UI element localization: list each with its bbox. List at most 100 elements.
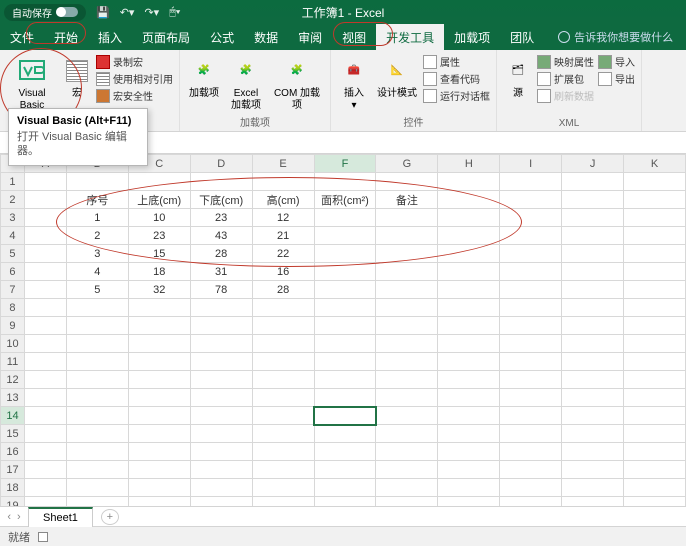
cell-I13[interactable] bbox=[500, 389, 562, 407]
cell-D18[interactable] bbox=[190, 479, 252, 497]
cell-J15[interactable] bbox=[562, 425, 624, 443]
cell-G10[interactable] bbox=[376, 335, 438, 353]
row-header-15[interactable]: 15 bbox=[1, 425, 25, 443]
cell-G11[interactable] bbox=[376, 353, 438, 371]
cell-D12[interactable] bbox=[190, 371, 252, 389]
cell-B15[interactable] bbox=[66, 425, 128, 443]
cell-A16[interactable] bbox=[24, 443, 66, 461]
cell-K4[interactable] bbox=[624, 227, 686, 245]
tab-team[interactable]: 团队 bbox=[500, 24, 544, 50]
cell-G2[interactable]: 备注 bbox=[376, 191, 438, 209]
cell-C4[interactable]: 23 bbox=[128, 227, 190, 245]
tab-pagelayout[interactable]: 页面布局 bbox=[132, 24, 200, 50]
cell-J13[interactable] bbox=[562, 389, 624, 407]
cell-H6[interactable] bbox=[438, 263, 500, 281]
cell-C18[interactable] bbox=[128, 479, 190, 497]
cell-C17[interactable] bbox=[128, 461, 190, 479]
cell-J17[interactable] bbox=[562, 461, 624, 479]
cell-I14[interactable] bbox=[500, 407, 562, 425]
cell-B4[interactable]: 2 bbox=[66, 227, 128, 245]
cell-A14[interactable] bbox=[24, 407, 66, 425]
cell-J4[interactable] bbox=[562, 227, 624, 245]
cell-D13[interactable] bbox=[190, 389, 252, 407]
tell-me[interactable]: 告诉我你想要做什么 bbox=[558, 24, 673, 50]
cell-A12[interactable] bbox=[24, 371, 66, 389]
source-button[interactable]: 🗂源 bbox=[503, 52, 533, 100]
cell-F11[interactable] bbox=[314, 353, 376, 371]
col-header-H[interactable]: H bbox=[438, 155, 500, 173]
cell-I19[interactable] bbox=[500, 497, 562, 507]
tab-insert[interactable]: 插入 bbox=[88, 24, 132, 50]
cell-G14[interactable] bbox=[376, 407, 438, 425]
cell-K2[interactable] bbox=[624, 191, 686, 209]
spreadsheet-grid[interactable]: ABCDEFGHIJK12序号上底(cm)下底(cm)高(cm)面积(cm²)备… bbox=[0, 154, 686, 506]
cell-F16[interactable] bbox=[314, 443, 376, 461]
cell-A8[interactable] bbox=[24, 299, 66, 317]
cell-H12[interactable] bbox=[438, 371, 500, 389]
cell-D2[interactable]: 下底(cm) bbox=[190, 191, 252, 209]
cell-F9[interactable] bbox=[314, 317, 376, 335]
cell-B17[interactable] bbox=[66, 461, 128, 479]
cell-G12[interactable] bbox=[376, 371, 438, 389]
cell-C19[interactable] bbox=[128, 497, 190, 507]
cell-A19[interactable] bbox=[24, 497, 66, 507]
cell-I11[interactable] bbox=[500, 353, 562, 371]
cell-A13[interactable] bbox=[24, 389, 66, 407]
cell-A1[interactable] bbox=[24, 173, 66, 191]
row-header-3[interactable]: 3 bbox=[1, 209, 25, 227]
cell-K12[interactable] bbox=[624, 371, 686, 389]
cell-D6[interactable]: 31 bbox=[190, 263, 252, 281]
cell-K3[interactable] bbox=[624, 209, 686, 227]
cell-J19[interactable] bbox=[562, 497, 624, 507]
macro-security-button[interactable]: 宏安全性 bbox=[96, 88, 173, 103]
row-header-4[interactable]: 4 bbox=[1, 227, 25, 245]
cell-I6[interactable] bbox=[500, 263, 562, 281]
cell-A18[interactable] bbox=[24, 479, 66, 497]
cell-H16[interactable] bbox=[438, 443, 500, 461]
cell-K17[interactable] bbox=[624, 461, 686, 479]
cell-F15[interactable] bbox=[314, 425, 376, 443]
touch-icon[interactable]: 🖱▾ bbox=[169, 6, 180, 19]
cell-F4[interactable] bbox=[314, 227, 376, 245]
excel-addins-button[interactable]: 🧩Excel 加载项 bbox=[226, 52, 266, 111]
cell-A11[interactable] bbox=[24, 353, 66, 371]
map-props-button[interactable]: 映射属性 bbox=[537, 54, 594, 69]
cell-E14[interactable] bbox=[252, 407, 314, 425]
col-header-J[interactable]: J bbox=[562, 155, 624, 173]
cell-K15[interactable] bbox=[624, 425, 686, 443]
cell-E19[interactable] bbox=[252, 497, 314, 507]
cell-C11[interactable] bbox=[128, 353, 190, 371]
import-button[interactable]: 导入 bbox=[598, 54, 635, 69]
undo-icon[interactable]: ↶▾ bbox=[120, 6, 135, 19]
cell-B14[interactable] bbox=[66, 407, 128, 425]
cell-F13[interactable] bbox=[314, 389, 376, 407]
cell-K19[interactable] bbox=[624, 497, 686, 507]
tab-view[interactable]: 视图 bbox=[332, 24, 376, 50]
row-header-18[interactable]: 18 bbox=[1, 479, 25, 497]
col-header-E[interactable]: E bbox=[252, 155, 314, 173]
cell-H4[interactable] bbox=[438, 227, 500, 245]
cell-D11[interactable] bbox=[190, 353, 252, 371]
cell-C3[interactable]: 10 bbox=[128, 209, 190, 227]
cell-K7[interactable] bbox=[624, 281, 686, 299]
cell-A2[interactable] bbox=[24, 191, 66, 209]
cell-I3[interactable] bbox=[500, 209, 562, 227]
cell-H17[interactable] bbox=[438, 461, 500, 479]
cell-B11[interactable] bbox=[66, 353, 128, 371]
row-header-6[interactable]: 6 bbox=[1, 263, 25, 281]
col-header-D[interactable]: D bbox=[190, 155, 252, 173]
cell-H1[interactable] bbox=[438, 173, 500, 191]
col-header-F[interactable]: F bbox=[314, 155, 376, 173]
cell-C10[interactable] bbox=[128, 335, 190, 353]
col-header-K[interactable]: K bbox=[624, 155, 686, 173]
cell-C6[interactable]: 18 bbox=[128, 263, 190, 281]
design-mode-button[interactable]: 📐设计模式 bbox=[375, 52, 419, 100]
sheet-nav[interactable]: ‹› bbox=[0, 511, 28, 523]
cell-A5[interactable] bbox=[24, 245, 66, 263]
cell-D19[interactable] bbox=[190, 497, 252, 507]
cell-E16[interactable] bbox=[252, 443, 314, 461]
tab-home[interactable]: 开始 bbox=[44, 24, 88, 50]
cell-K9[interactable] bbox=[624, 317, 686, 335]
row-header-8[interactable]: 8 bbox=[1, 299, 25, 317]
cell-H5[interactable] bbox=[438, 245, 500, 263]
